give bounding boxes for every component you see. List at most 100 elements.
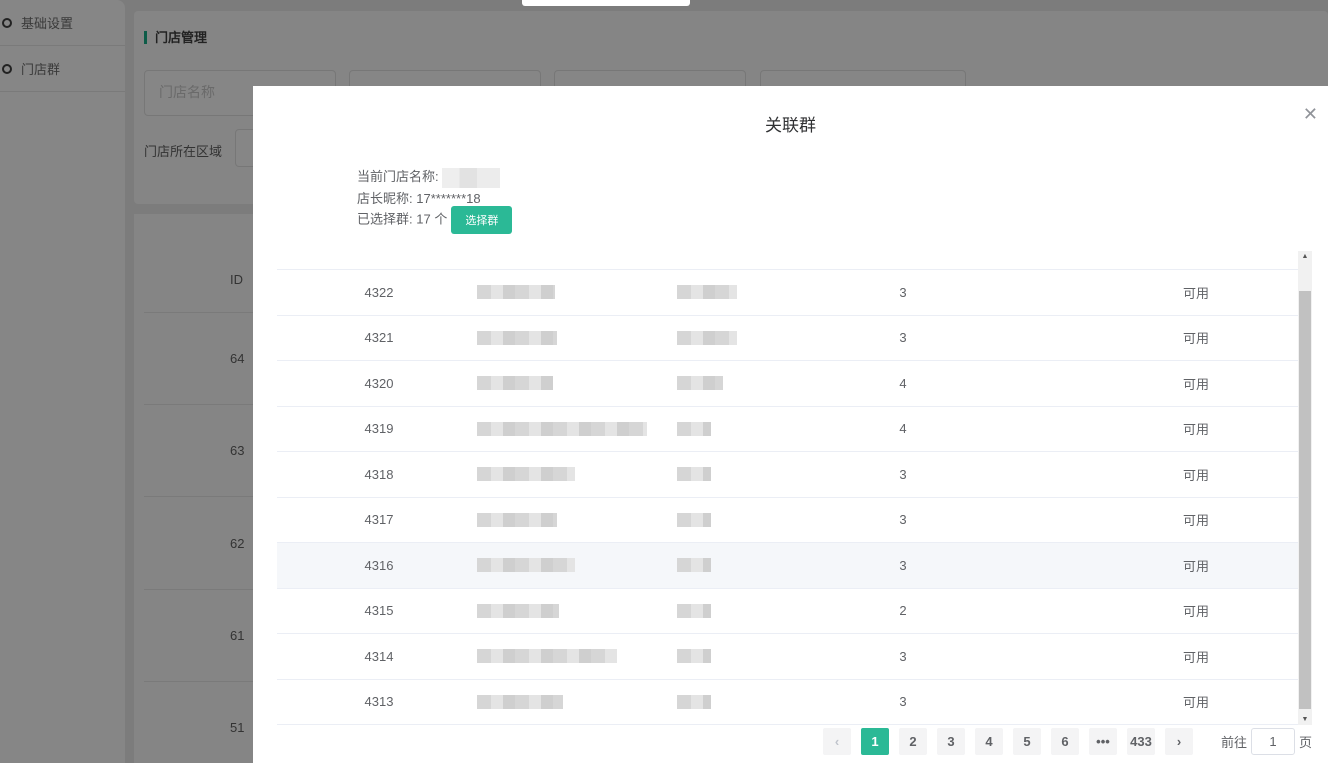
page-button[interactable]: 6	[1051, 728, 1079, 755]
cell-id: 4320	[364, 375, 394, 391]
id-header: ID	[230, 272, 243, 287]
cell-masked	[677, 316, 737, 361]
cell-count: 3	[899, 330, 907, 346]
cell-group-name	[477, 316, 557, 361]
cell-masked	[677, 270, 737, 315]
cell-group-name	[477, 543, 575, 588]
cell-count: 3	[899, 466, 907, 482]
table-row: 4314 3 可用	[277, 634, 1298, 680]
cell-status: 可用	[1182, 513, 1209, 529]
cell-status: 可用	[1182, 558, 1209, 574]
cell-count: 4	[899, 421, 907, 437]
cell-count: 4	[899, 375, 907, 391]
cell-group-name	[477, 498, 557, 543]
cell-id: 62	[230, 536, 245, 551]
table-row: 4318 3 可用	[277, 452, 1298, 498]
owner-info: 店长昵称: 17*******18	[357, 191, 481, 206]
cell-status: 可用	[1182, 422, 1209, 438]
cell-id: 4316	[364, 557, 394, 573]
cell-masked	[677, 680, 737, 725]
page-button[interactable]: 433	[1127, 728, 1155, 755]
cell-id: 4322	[364, 284, 394, 300]
scrollbar[interactable]: ▲ ▼	[1298, 251, 1312, 725]
page-button[interactable]: 1	[861, 728, 889, 755]
cell-id: 51	[230, 720, 245, 735]
cell-status: 可用	[1182, 331, 1209, 347]
cell-masked	[677, 498, 737, 543]
page-jump-input[interactable]	[1251, 728, 1296, 755]
cell-group-name	[477, 680, 563, 725]
cell-count: 2	[899, 603, 907, 619]
table-row: 4315 2 可用	[277, 589, 1298, 634]
cell-group-name	[477, 270, 555, 315]
dialog-title: 关联群	[765, 116, 816, 135]
table-row: 4317 3 可用	[277, 498, 1298, 543]
store-name-info: 当前门店名称:	[357, 166, 501, 188]
prev-page-button[interactable]: ‹	[823, 728, 851, 755]
cell-count: 3	[899, 512, 907, 528]
cell-status: 可用	[1182, 467, 1209, 483]
cell-masked	[677, 543, 737, 588]
select-group-button[interactable]: 选择群	[451, 206, 513, 234]
table-row: 4322 3 可用	[277, 270, 1298, 316]
cell-masked	[677, 634, 737, 679]
sidebar: 基础设置 门店群	[0, 0, 125, 763]
cell-id: 4313	[364, 694, 394, 710]
cell-count: 3	[899, 557, 907, 573]
selected-info: 已选择群: 17 个选择群	[357, 206, 513, 234]
cell-count: 3	[899, 648, 907, 664]
cell-status: 可用	[1182, 649, 1209, 665]
page-button[interactable]: 3	[937, 728, 965, 755]
cell-group-name	[477, 452, 575, 497]
cell-masked	[677, 361, 737, 406]
cell-status: 可用	[1182, 285, 1209, 301]
masked-store-name	[442, 167, 501, 188]
cell-id: 4315	[364, 603, 394, 619]
cell-masked	[677, 452, 737, 497]
circle-icon	[2, 17, 12, 28]
scroll-up-icon[interactable]: ▲	[1298, 253, 1312, 260]
cell-id: 61	[230, 628, 245, 643]
cell-masked	[677, 407, 737, 452]
sidebar-item-basic-settings[interactable]: 基础设置	[0, 0, 125, 46]
close-icon[interactable]: ✕	[1303, 104, 1318, 125]
cell-id: 64	[230, 351, 245, 366]
cell-group-name	[477, 634, 617, 679]
pagination: ‹ 123456 ••• 433 › 前往 页	[823, 728, 1312, 755]
next-page-button[interactable]: ›	[1165, 728, 1193, 755]
circle-icon	[2, 63, 12, 74]
cell-count: 3	[899, 284, 907, 300]
cell-count: 3	[899, 694, 907, 710]
group-table: 4322 3 可用 4321 3 可用 4320 4 可用 4319 4 可用 4318…	[277, 246, 1298, 725]
region-label: 门店所在区域	[144, 144, 223, 159]
table-row: 4313 3 可用	[277, 680, 1298, 725]
cell-id: 4319	[364, 421, 394, 437]
more-pages-button[interactable]: •••	[1089, 728, 1117, 755]
page-button[interactable]: 4	[975, 728, 1003, 755]
cell-group-name	[477, 407, 647, 452]
sidebar-item-store-groups[interactable]: 门店群	[0, 46, 125, 92]
page-title: 门店管理	[144, 31, 207, 44]
table-row: 4316 3 可用	[277, 543, 1298, 589]
cell-status: 可用	[1182, 695, 1209, 711]
cell-group-name	[477, 589, 559, 634]
cell-group-name	[477, 361, 553, 406]
page-button[interactable]: 5	[1013, 728, 1041, 755]
related-groups-dialog: 关联群 ✕ 当前门店名称: 店长昵称: 17*******18 已选择群: 17…	[253, 86, 1328, 763]
cell-masked	[677, 589, 737, 634]
cell-id: 4317	[364, 512, 394, 528]
cell-id: 4314	[364, 648, 394, 664]
cell-id: 4321	[364, 330, 394, 346]
cell-status: 可用	[1182, 376, 1209, 392]
top-tab	[522, 0, 690, 6]
page-button[interactable]: 2	[899, 728, 927, 755]
table-header	[277, 246, 1298, 270]
table-row: 4319 4 可用	[277, 407, 1298, 452]
scrollbar-thumb[interactable]	[1299, 291, 1311, 709]
scroll-down-icon[interactable]: ▼	[1298, 716, 1312, 723]
cell-id: 4318	[364, 466, 394, 482]
table-row: 4321 3 可用	[277, 316, 1298, 361]
cell-id: 63	[230, 443, 245, 458]
page-jumper: 前往 页	[1221, 728, 1312, 755]
table-row: 4320 4 可用	[277, 361, 1298, 407]
